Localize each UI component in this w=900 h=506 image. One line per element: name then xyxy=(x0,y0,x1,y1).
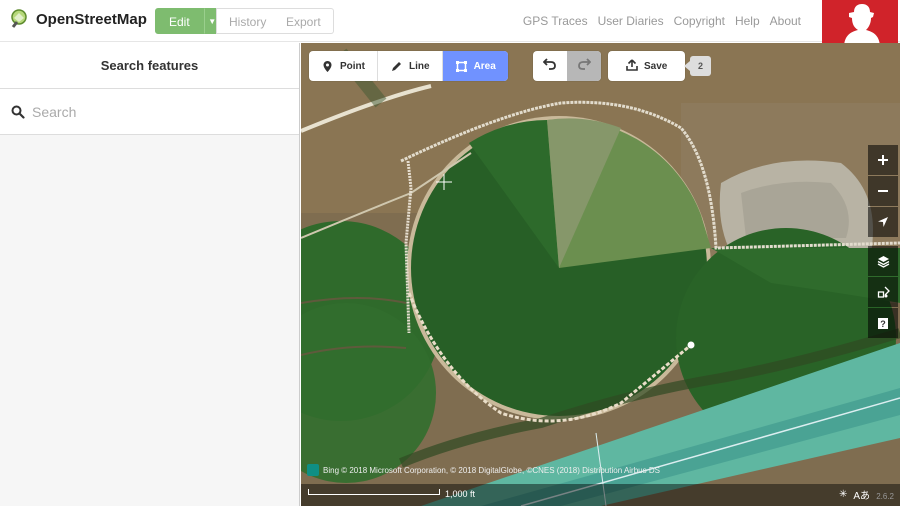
undo-redo-toolbar xyxy=(533,51,601,81)
edit-button[interactable]: Edit xyxy=(155,8,204,34)
search-input[interactable] xyxy=(32,99,287,125)
scale-bar[interactable] xyxy=(308,489,440,495)
undo-icon xyxy=(542,57,557,76)
footer-icons: ✳ Aあ xyxy=(839,487,870,502)
add-line-button[interactable]: Line xyxy=(378,51,443,81)
add-area-label: Area xyxy=(473,60,496,72)
map-data-button[interactable] xyxy=(868,277,898,307)
add-point-button[interactable]: Point xyxy=(309,51,378,81)
bing-logo-icon xyxy=(307,464,319,476)
help-button[interactable]: ? xyxy=(868,308,898,338)
map-footer xyxy=(301,484,900,506)
imagery-attribution[interactable]: Bing © 2018 Microsoft Corporation, © 201… xyxy=(307,464,660,476)
nav-gps-traces[interactable]: GPS Traces xyxy=(523,14,588,28)
brand-name: OpenStreetMap xyxy=(36,11,147,28)
user-avatar[interactable] xyxy=(822,0,898,48)
background-layers-button[interactable] xyxy=(868,246,898,276)
search-icon xyxy=(11,105,25,119)
svg-text:?: ? xyxy=(880,319,886,329)
bug-icon[interactable]: ✳ xyxy=(839,489,847,500)
upload-icon xyxy=(626,58,638,74)
satellite-imagery xyxy=(301,43,900,506)
nav-about[interactable]: About xyxy=(770,14,801,28)
translate-icon[interactable]: Aあ xyxy=(853,487,870,502)
history-button-wrap: History xyxy=(216,8,280,34)
pending-edits-count: 2 xyxy=(684,56,711,76)
add-point-label: Point xyxy=(340,60,365,72)
attribution-text: Bing © 2018 Microsoft Corporation, © 201… xyxy=(323,465,660,475)
edit-button-group: Edit ▼ xyxy=(155,8,221,34)
pencil-icon xyxy=(390,60,403,73)
redo-button[interactable] xyxy=(567,51,601,81)
export-button[interactable]: Export xyxy=(274,8,334,34)
geolocate-button[interactable] xyxy=(868,207,898,237)
map-canvas[interactable]: Point Line Area Save 2 ? Bing © 2018 Mic… xyxy=(301,43,900,506)
redo-icon xyxy=(577,57,592,76)
help-icon: ? xyxy=(877,317,889,330)
layers-icon xyxy=(877,255,890,268)
map-data-icon xyxy=(877,286,890,299)
nav-help[interactable]: Help xyxy=(735,14,760,28)
save-toolbar: Save xyxy=(608,51,686,81)
sidebar: Search features xyxy=(0,43,300,506)
draw-mode-toolbar: Point Line Area xyxy=(309,51,508,81)
user-silhouette-icon xyxy=(844,4,880,48)
export-button-wrap: Export xyxy=(274,8,334,34)
add-line-label: Line xyxy=(409,60,430,72)
plus-icon xyxy=(877,154,889,166)
nav-copyright[interactable]: Copyright xyxy=(674,14,725,28)
zoom-out-button[interactable] xyxy=(868,176,898,206)
version-label: 2.6.2 xyxy=(876,492,894,501)
undo-button[interactable] xyxy=(533,51,567,81)
chevron-down-icon: ▼ xyxy=(208,17,217,26)
history-button[interactable]: History xyxy=(216,8,280,34)
zoom-in-button[interactable] xyxy=(868,145,898,175)
nav-links: GPS Traces User Diaries Copyright Help A… xyxy=(513,14,801,28)
sidebar-title: Search features xyxy=(0,43,299,89)
top-bar: OpenStreetMap Edit ▼ History Export GPS … xyxy=(0,0,900,48)
save-button[interactable]: Save xyxy=(608,51,685,81)
search-row xyxy=(0,89,299,135)
location-arrow-icon xyxy=(877,216,889,228)
area-icon xyxy=(455,60,468,73)
marker-icon xyxy=(321,60,334,73)
scale-label: 1,000 ft xyxy=(445,489,476,499)
osm-logo[interactable]: OpenStreetMap xyxy=(10,9,147,30)
minus-icon xyxy=(877,185,889,197)
nav-user-diaries[interactable]: User Diaries xyxy=(598,14,664,28)
magnifier-logo-icon xyxy=(10,9,31,30)
add-area-button[interactable]: Area xyxy=(442,51,508,81)
save-label: Save xyxy=(644,60,668,72)
